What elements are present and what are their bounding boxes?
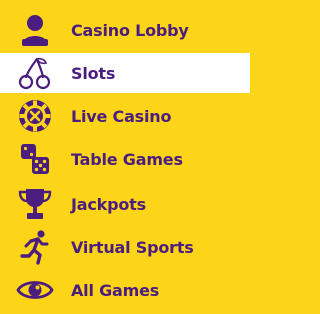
nav-item-jackpots[interactable]: Jackpots <box>0 186 250 222</box>
nav-item-label: Casino Lobby <box>71 20 189 40</box>
person-icon <box>14 12 56 48</box>
nav-item-label: Jackpots <box>71 194 146 214</box>
nav-item-label: Table Games <box>71 149 183 169</box>
nav-item-label: Virtual Sports <box>71 237 194 257</box>
casino-chip-icon <box>14 98 56 134</box>
runner-icon <box>14 229 56 265</box>
casino-nav-menu: Casino Lobby Slots Live Casino Table Gam… <box>0 0 250 314</box>
dice-icon <box>14 141 56 177</box>
nav-item-slots[interactable]: Slots <box>0 53 250 93</box>
nav-item-all-games[interactable]: All Games <box>0 272 250 308</box>
nav-item-casino-lobby[interactable]: Casino Lobby <box>0 12 250 48</box>
eye-icon <box>14 272 56 308</box>
nav-item-live-casino[interactable]: Live Casino <box>0 98 250 134</box>
nav-item-virtual-sports[interactable]: Virtual Sports <box>0 229 250 265</box>
trophy-icon <box>14 186 56 222</box>
cherries-icon <box>14 53 56 93</box>
nav-item-table-games[interactable]: Table Games <box>0 141 250 177</box>
nav-item-label: Slots <box>71 63 116 83</box>
nav-item-label: Live Casino <box>71 106 172 126</box>
nav-item-label: All Games <box>71 280 160 300</box>
